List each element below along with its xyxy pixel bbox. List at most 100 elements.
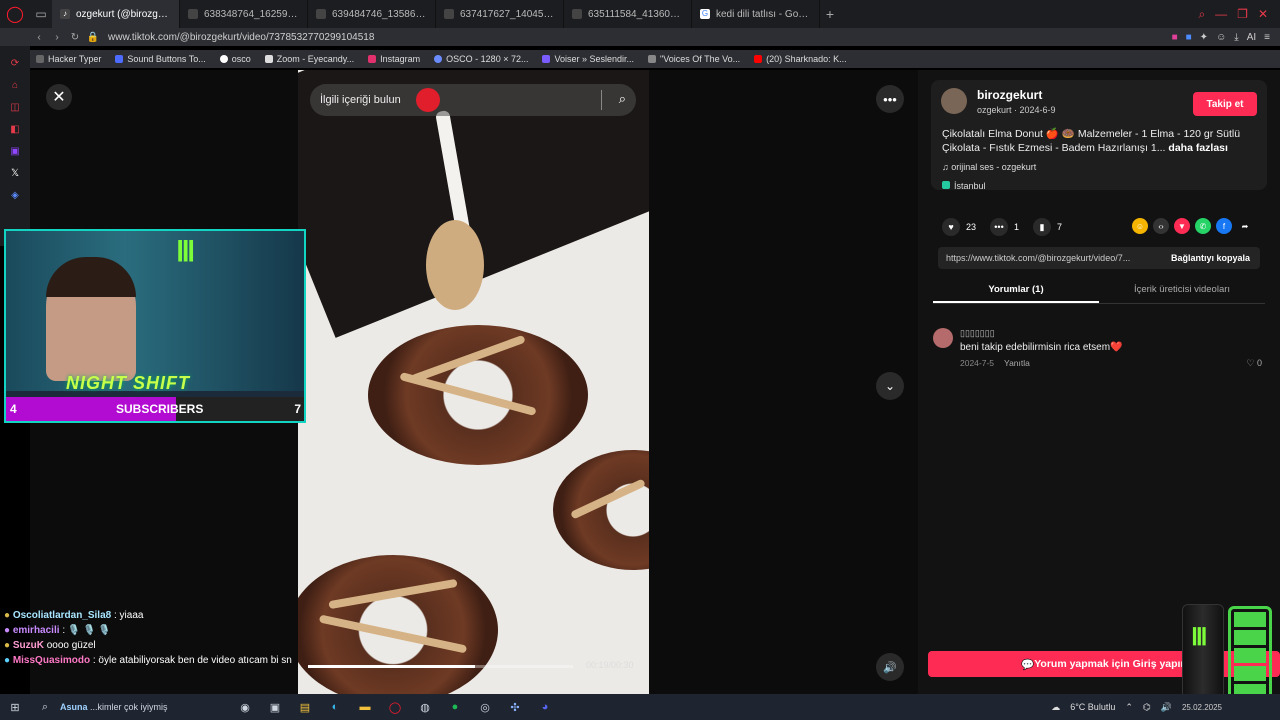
puzzle-icon[interactable]: ✦ bbox=[1200, 32, 1208, 43]
like-action[interactable]: ♥ 23 bbox=[942, 218, 976, 236]
discord-icon[interactable]: ◕ bbox=[530, 696, 560, 718]
spotify-icon[interactable]: ● bbox=[440, 696, 470, 718]
chevron-down-icon: ⌄ bbox=[884, 379, 896, 393]
weather-label[interactable]: 6°C Bulutlu bbox=[1070, 702, 1115, 712]
sidebar-icon[interactable]: ◫ bbox=[0, 96, 30, 118]
more-options-button[interactable]: ••• bbox=[876, 85, 904, 113]
twitch-icon[interactable]: ▣ bbox=[0, 140, 30, 162]
author-username[interactable]: birozgekurt bbox=[977, 88, 1042, 102]
tab-tiktok[interactable]: ♪ ozgekurt (@birozgekurt bbox=[52, 0, 180, 28]
facebook-icon[interactable]: f bbox=[1216, 218, 1232, 234]
search-icon[interactable]: ⌕ bbox=[619, 91, 626, 107]
chat-message: ● MissQuasimodo : öyle atabiliyorsak ben… bbox=[4, 653, 364, 668]
bookmark-item[interactable]: osco bbox=[219, 54, 251, 64]
url-field[interactable]: www.tiktok.com/@birozgekurt/video/737853… bbox=[108, 32, 374, 43]
edge-icon[interactable]: ◐ bbox=[320, 696, 350, 718]
bookmark-item[interactable]: "Voices Of The Vo... bbox=[648, 54, 740, 64]
app-icon[interactable]: ◉ bbox=[230, 696, 260, 718]
comment-meta: 2024-7-5 Yanıtla bbox=[960, 358, 1030, 368]
commenter-name[interactable]: ▯▯▯▯▯▯▯ bbox=[960, 328, 995, 339]
comment-date: 2024-7-5 bbox=[960, 358, 995, 368]
task-view-icon[interactable]: ▣ bbox=[260, 696, 290, 718]
comment-like[interactable]: ♡ 0 bbox=[1246, 358, 1262, 369]
opera-icon[interactable]: ◯ bbox=[380, 696, 410, 718]
bookmark-item[interactable]: Sound Buttons To... bbox=[115, 54, 206, 64]
author-avatar[interactable] bbox=[941, 88, 967, 114]
tab-comments[interactable]: Yorumlar (1) bbox=[933, 280, 1099, 303]
tab-image-4[interactable]: 635111584_4136086456 bbox=[564, 0, 692, 28]
friends-share-icon[interactable]: ☺ bbox=[1132, 218, 1148, 234]
app-icon[interactable]: ✣ bbox=[500, 696, 530, 718]
close-video-button[interactable]: ✕ bbox=[46, 84, 72, 110]
bookmark-item[interactable]: Instagram bbox=[368, 54, 420, 64]
reload-icon[interactable]: ↻ bbox=[66, 32, 84, 43]
share-link[interactable]: https://www.tiktok.com/@birozgekurt/vide… bbox=[946, 253, 1130, 263]
tab-google[interactable]: G kedi dili tatlısı - Google'da bbox=[692, 0, 820, 28]
account-icon[interactable]: ☺ bbox=[1216, 32, 1226, 43]
comment-text: beni takip edebilirmisin rica etsem❤️ bbox=[960, 342, 1123, 353]
next-video-button[interactable]: ⌄ bbox=[876, 372, 904, 400]
sidebar-icon[interactable]: ⟳ bbox=[0, 52, 30, 74]
instagram-icon bbox=[368, 55, 377, 63]
bookmark-item[interactable]: Hacker Typer bbox=[36, 54, 101, 64]
search-icon[interactable]: ⌕ bbox=[30, 696, 60, 718]
sidebar-icon[interactable]: ◈ bbox=[0, 184, 30, 206]
sidebar-icon[interactable]: ◧ bbox=[0, 118, 30, 140]
reply-link[interactable]: Yanıtla bbox=[1004, 358, 1030, 368]
search-tabs-icon[interactable]: ⌕ bbox=[1198, 7, 1205, 22]
new-tab-button[interactable]: + bbox=[820, 6, 840, 22]
copy-link-button[interactable]: Bağlantıyı kopyala bbox=[1171, 253, 1260, 263]
back-icon[interactable]: ‹ bbox=[30, 32, 48, 43]
close-window-icon[interactable]: ✕ bbox=[1258, 7, 1268, 22]
network-icon[interactable]: ⌬ bbox=[1143, 702, 1151, 713]
maximize-icon[interactable]: ❐ bbox=[1237, 7, 1248, 22]
volume-button[interactable]: 🔊 bbox=[876, 653, 904, 681]
minimize-icon[interactable]: — bbox=[1215, 7, 1227, 22]
save-action[interactable]: ▮ 7 bbox=[1033, 218, 1062, 236]
extension-icon[interactable]: ■ bbox=[1172, 32, 1178, 43]
ai-button[interactable]: AI bbox=[1247, 32, 1256, 43]
extension-icon[interactable]: ■ bbox=[1186, 32, 1192, 43]
related-search-input[interactable]: İlgili içeriği bulun ⌕ bbox=[310, 84, 636, 116]
sidebar-icon[interactable]: ⌂ bbox=[0, 74, 30, 96]
music-info[interactable]: ♫ orijinal ses - ozgekurt bbox=[942, 162, 1036, 172]
tab-image-3[interactable]: 637417627_1404512954 bbox=[436, 0, 564, 28]
download-icon[interactable]: ⤓ bbox=[1234, 32, 1238, 43]
tab-image-1[interactable]: 638348764_1625968298 bbox=[180, 0, 308, 28]
send-icon[interactable]: ▼ bbox=[1174, 218, 1190, 234]
steam-icon[interactable]: ◍ bbox=[410, 696, 440, 718]
tab-image-2[interactable]: 639484746_1358660906 bbox=[308, 0, 436, 28]
bookmark-item[interactable]: (20) Sharknado: K... bbox=[754, 54, 847, 64]
tab-creator-videos[interactable]: İçerik üreticisi videoları bbox=[1099, 280, 1265, 303]
obs-icon[interactable]: ◎ bbox=[470, 696, 500, 718]
whatsapp-icon[interactable]: ✆ bbox=[1195, 218, 1211, 234]
bookmark-label: "Voices Of The Vo... bbox=[660, 54, 741, 64]
volume-icon[interactable]: 🔊 bbox=[1161, 702, 1172, 713]
browser-tab-bar: ◯ ▭ ♪ ozgekurt (@birozgekurt 638348764_1… bbox=[0, 0, 1280, 28]
file-icon bbox=[188, 9, 198, 19]
bookmark-item[interactable]: Zoom - Eyecandy... bbox=[264, 54, 354, 64]
follow-button[interactable]: Takip et bbox=[1193, 92, 1257, 116]
comment-action[interactable]: ••• 1 bbox=[990, 218, 1019, 236]
menu-icon[interactable]: ≡ bbox=[1264, 32, 1270, 43]
forward-icon[interactable]: › bbox=[48, 32, 66, 43]
start-icon[interactable]: ⊞ bbox=[0, 696, 30, 718]
file-explorer-icon[interactable]: ▤ bbox=[290, 696, 320, 718]
workspaces-icon[interactable]: ▭ bbox=[30, 7, 52, 21]
tab-label: 637417627_1404512954 bbox=[460, 8, 555, 20]
x-icon[interactable]: 𝕏 bbox=[0, 162, 30, 184]
embed-icon[interactable]: ‹› bbox=[1153, 218, 1169, 234]
bookmark-label: (20) Sharknado: K... bbox=[766, 54, 847, 64]
commenter-avatar[interactable] bbox=[933, 328, 953, 348]
share-arrow-icon[interactable]: ➦ bbox=[1237, 218, 1253, 234]
energy-drink-can: Ⅲ bbox=[1182, 604, 1224, 704]
read-more-link[interactable]: daha fazlası bbox=[1168, 142, 1228, 154]
tray-chevron-icon[interactable]: ⌃ bbox=[1125, 702, 1133, 713]
folder-icon[interactable]: ▬ bbox=[350, 696, 380, 718]
bookmark-item[interactable]: OSCO - 1280 × 72... bbox=[434, 54, 528, 64]
bookmark-item[interactable]: Voiser » Seslendir... bbox=[542, 54, 634, 64]
opera-logo-icon[interactable]: ◯ bbox=[0, 4, 30, 24]
clock-date[interactable]: 25.02.2025 bbox=[1182, 703, 1222, 712]
location-tag[interactable]: İstanbul bbox=[942, 181, 986, 191]
video-player[interactable]: İlgili içeriği bulun ⌕ 00:19/00:30 bbox=[298, 70, 649, 695]
